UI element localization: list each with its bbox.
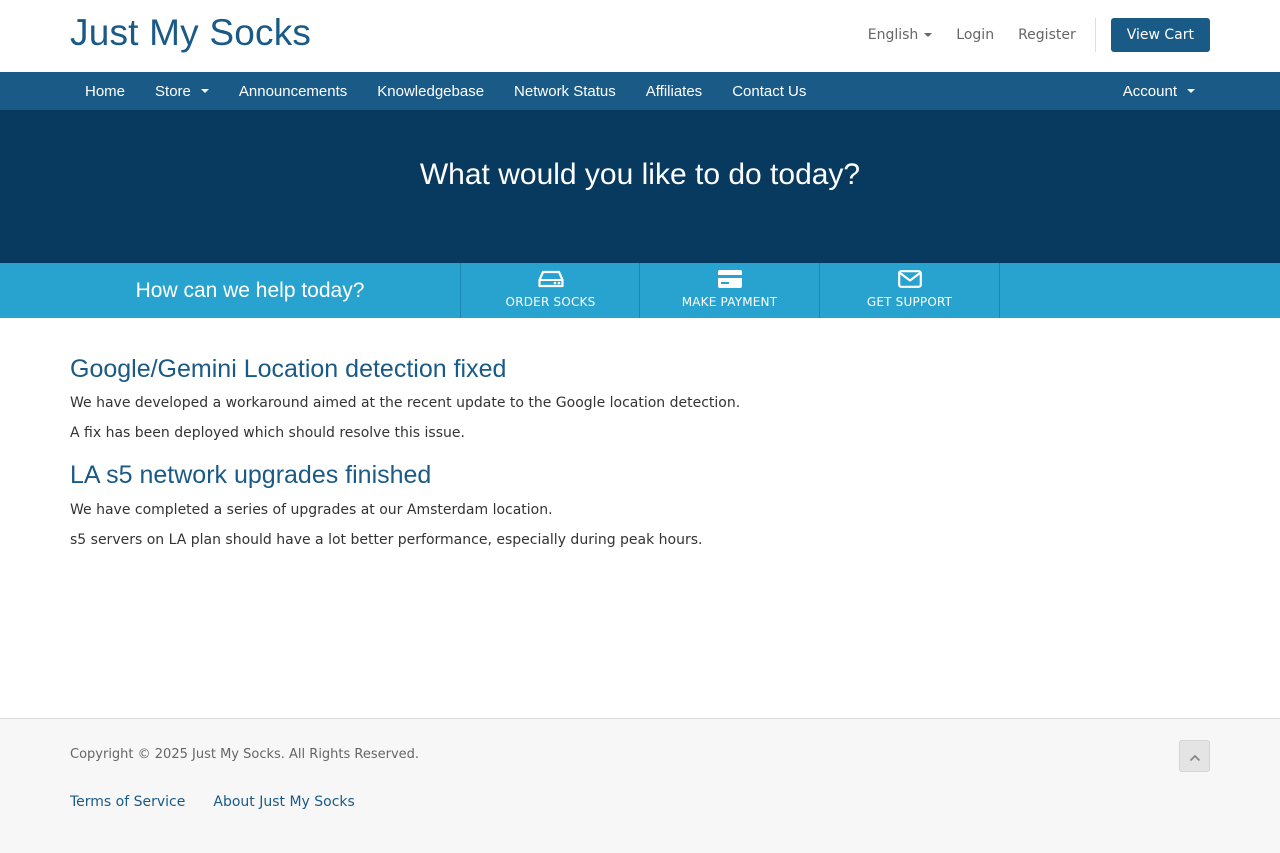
top-links: English Login Register View Cart — [844, 18, 1210, 52]
hero-title: What would you like to do today? — [419, 158, 861, 191]
envelope-icon — [897, 270, 922, 288]
hero-banner: What would you like to do today? — [0, 110, 1280, 263]
help-bar-divider — [999, 263, 1000, 318]
nav-item-account[interactable]: Account — [1108, 72, 1210, 110]
caret-down-icon — [924, 33, 933, 37]
make-payment-tile[interactable]: MAKE PAYMENT — [639, 263, 819, 318]
site-logo[interactable]: Just My Socks — [70, 12, 311, 54]
announcement-text: We have developed a workaround aimed at … — [70, 395, 741, 411]
credit-card-icon — [717, 270, 743, 288]
help-bar: How can we help today? ORDER SOCKS MAKE … — [0, 263, 1280, 318]
main-navbar: Home Store Announcements Knowledgebase N… — [0, 72, 1280, 110]
language-dropdown[interactable]: English — [868, 27, 933, 43]
nav-item-account-label: Account — [1122, 82, 1177, 100]
announcement-title[interactable]: Google/Gemini Location detection fixed — [70, 355, 506, 384]
nav-right: Account — [1108, 72, 1210, 110]
announcement-text: We have completed a series of upgrades a… — [70, 502, 553, 518]
about-link[interactable]: About Just My Socks — [213, 794, 354, 810]
site-header: Just My Socks English Login Register Vie… — [0, 0, 1280, 72]
announcement-text: A fix has been deployed which should res… — [70, 425, 465, 441]
chevron-up-icon — [1189, 747, 1201, 766]
nav-item-contact-us[interactable]: Contact Us — [717, 72, 821, 110]
nav-item-announcements[interactable]: Announcements — [224, 72, 362, 110]
caret-down-icon — [200, 89, 209, 93]
nav-left: Home Store Announcements Knowledgebase N… — [70, 72, 821, 110]
back-to-top-button[interactable] — [1179, 740, 1210, 772]
login-link[interactable]: Login — [956, 27, 994, 43]
nav-item-home[interactable]: Home — [70, 72, 140, 110]
register-link[interactable]: Register — [1018, 27, 1076, 43]
nav-item-knowledgebase[interactable]: Knowledgebase — [362, 72, 499, 110]
nav-item-network-status[interactable]: Network Status — [499, 72, 631, 110]
site-footer: Copyright © 2025 Just My Socks. All Righ… — [0, 718, 1280, 853]
nav-item-store-label: Store — [155, 82, 191, 100]
caret-down-icon — [1187, 89, 1195, 93]
nav-item-affiliates[interactable]: Affiliates — [631, 72, 717, 110]
footer-links: Terms of Service About Just My Socks — [70, 794, 383, 810]
get-support-tile[interactable]: GET SUPPORT — [819, 263, 999, 318]
order-socks-tile[interactable]: ORDER SOCKS — [460, 263, 640, 318]
language-label: English — [867, 27, 919, 43]
terms-of-service-link[interactable]: Terms of Service — [70, 794, 185, 810]
copyright-text: Copyright © 2025 Just My Socks. All Righ… — [70, 747, 420, 762]
get-support-label: GET SUPPORT — [866, 295, 953, 309]
order-socks-label: ORDER SOCKS — [505, 295, 596, 309]
view-cart-button[interactable]: View Cart — [1110, 18, 1210, 52]
nav-item-store[interactable]: Store — [140, 72, 224, 110]
help-prompt: How can we help today? — [135, 278, 365, 302]
hdd-icon — [537, 270, 564, 288]
make-payment-label: MAKE PAYMENT — [681, 295, 778, 309]
announcement-text: s5 servers on LA plan should have a lot … — [70, 532, 703, 548]
announcement-title[interactable]: LA s5 network upgrades finished — [70, 461, 431, 490]
header-divider — [1094, 18, 1096, 52]
